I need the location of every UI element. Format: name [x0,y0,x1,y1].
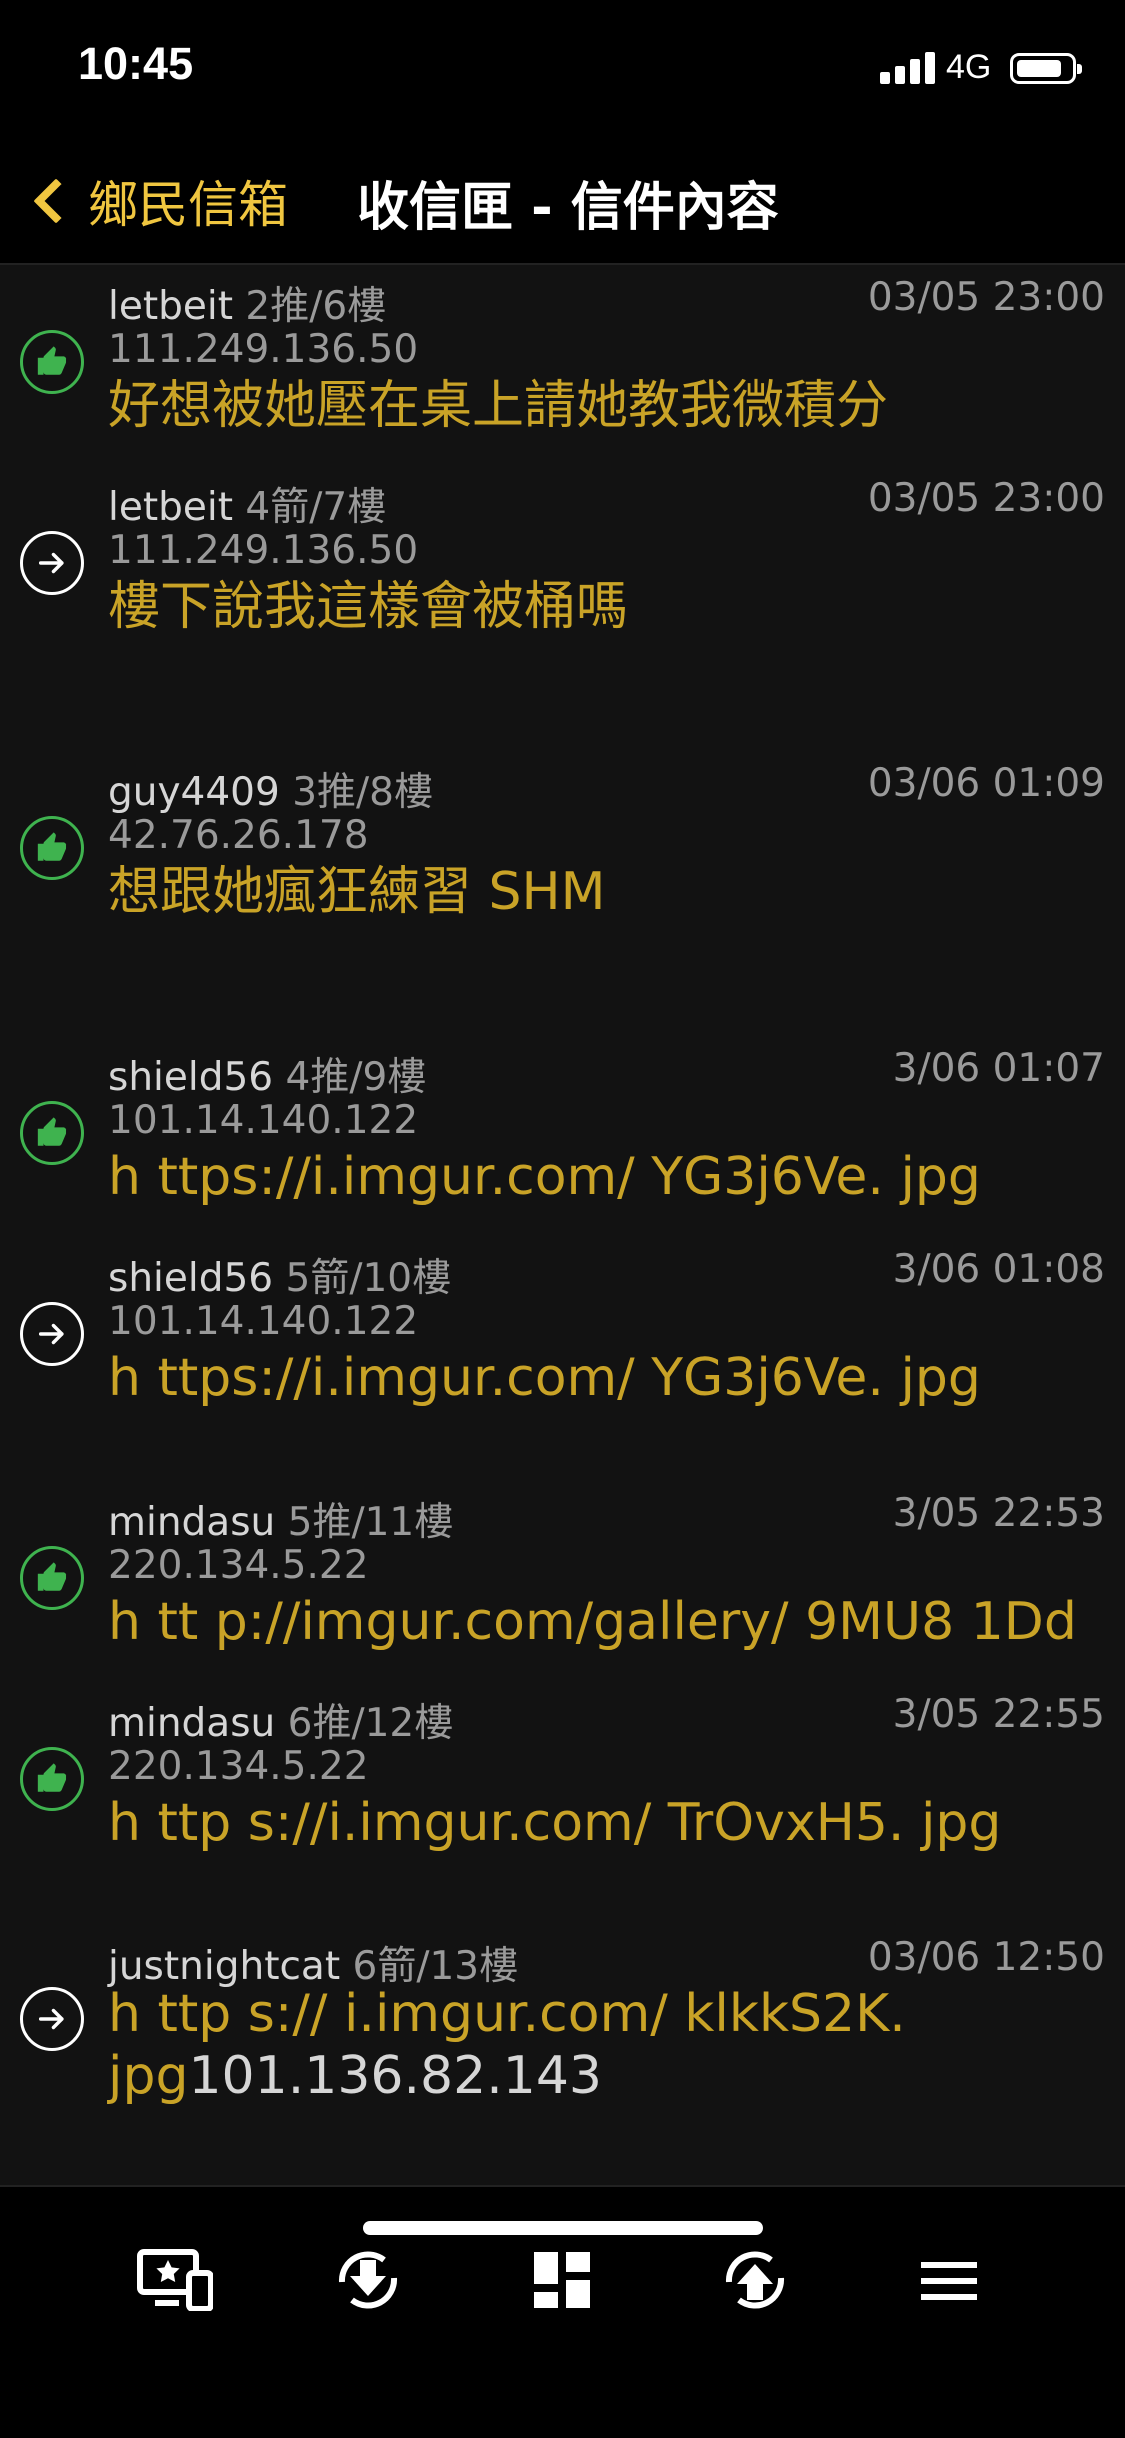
comment-floor: 5箭/10樓 [285,1256,452,1301]
comment-meta: letbeit 2推/6樓 [108,275,386,331]
comment-link-line2: jpg [108,2046,189,2106]
arrow-right-icon [20,1987,84,2051]
comment-ip: 42.76.26.178 [108,813,369,858]
thumbs-up-icon [20,816,84,880]
comment-date: 03/06 12:50 [867,1935,1105,1980]
comment-meta: mindasu 6推/12樓 [108,1692,453,1748]
tab-download[interactable] [323,2235,413,2325]
comment-user: shield56 [108,1055,274,1100]
comment-link[interactable]: h ttp s:// i.imgur.com/ klkkS2K. jpg101.1… [108,1983,1088,2107]
comment-date: 3/05 22:53 [892,1491,1105,1536]
sync-upload-icon [725,2251,785,2309]
comment-date: 03/05 23:00 [867,275,1105,320]
comment-ip: 101.14.140.122 [108,1299,419,1344]
tab-boards[interactable] [517,2235,607,2325]
tab-menu[interactable] [904,2235,994,2325]
comment-date: 3/05 22:55 [892,1692,1105,1737]
thumbs-up-icon [20,330,84,394]
comment-floor: 4箭/7樓 [245,485,387,530]
comment-ip: 111.249.136.50 [108,528,419,573]
comment-text: 想跟她瘋狂練習 SHM [108,862,606,922]
monitor-star-icon [137,2249,213,2311]
back-button-label: 鄉民信箱 [88,176,288,234]
comment-ip: 220.134.5.22 [108,1543,369,1588]
tab-upload[interactable] [710,2235,800,2325]
network-type: 4G [946,48,992,86]
thumbs-up-icon [20,1101,84,1165]
comment-link[interactable]: h ttps://i.imgur.com/ YG3j6Ve. jpg [108,1146,1088,1208]
comment-user: mindasu [108,1701,276,1746]
chevron-left-icon [33,178,79,224]
status-bar: 10:45 4G [0,0,1125,135]
navigation-bar: 鄉民信箱 收信匣 - 信件內容 [0,135,1125,265]
comment-floor: 6推/12樓 [287,1701,454,1746]
comment-text: 樓下說我這樣會被桶嗎 [108,577,629,637]
comment-user: shield56 [108,1256,274,1301]
comment-text: 好想被她壓在桌上請她教我微積分 [108,376,889,436]
status-time: 10:45 [78,38,194,89]
thumbs-up-icon [20,1546,84,1610]
comment-date: 3/06 01:08 [892,1247,1105,1292]
back-button[interactable]: 鄉民信箱 [22,161,288,241]
tab-favorites[interactable] [130,2235,220,2325]
comment-user: guy4409 [108,770,280,815]
comment-link[interactable]: h tt p://imgur.com/gallery/ 9MU8 1Dd [108,1591,1088,1653]
arrow-right-icon [20,1302,84,1366]
arrow-right-icon [20,531,84,595]
comment-meta: shield56 5箭/10樓 [108,1247,451,1303]
page-title: 收信匣 - 信件內容 [357,178,779,238]
comment-user: mindasu [108,1500,276,1545]
battery-icon [1010,53,1082,84]
comment-date: 03/05 23:00 [867,476,1105,521]
comment-user: letbeit [108,485,233,530]
dashboard-icon [534,2252,590,2308]
comment-ip: 101.136.82.143 [188,2046,602,2106]
comment-date: 3/06 01:07 [892,1046,1105,1091]
home-indicator[interactable] [363,2221,763,2235]
comment-date: 03/06 01:09 [867,761,1105,806]
comment-ip: 220.134.5.22 [108,1744,369,1789]
comment-floor: 2推/6樓 [245,284,387,329]
comment-meta: letbeit 4箭/7樓 [108,476,386,532]
comment-meta: guy4409 3推/8樓 [108,761,433,817]
thumbs-up-icon [20,1747,84,1811]
comment-list[interactable]: letbeit 2推/6樓 03/05 23:00 111.249.136.50… [0,265,1125,2185]
sync-download-icon [338,2251,398,2309]
comment-floor: 5推/11樓 [287,1500,454,1545]
comment-floor: 4推/9樓 [285,1055,427,1100]
comment-link-line1: h ttp s:// i.imgur.com/ klkkS2K. [108,1984,906,2044]
comment-user: letbeit [108,284,233,329]
menu-icon [921,2262,977,2300]
signal-strength-icon [880,52,938,84]
comment-meta: shield56 4推/9樓 [108,1046,426,1102]
comment-ip: 101.14.140.122 [108,1098,419,1143]
comment-link[interactable]: h ttp s://i.imgur.com/ TrOvxH5. jpg [108,1792,1088,1854]
comment-floor: 3推/8樓 [292,770,433,815]
comment-ip: 111.249.136.50 [108,327,419,372]
comment-meta: mindasu 5推/11樓 [108,1491,453,1547]
comment-link[interactable]: h ttps://i.imgur.com/ YG3j6Ve. jpg [108,1347,1088,1409]
